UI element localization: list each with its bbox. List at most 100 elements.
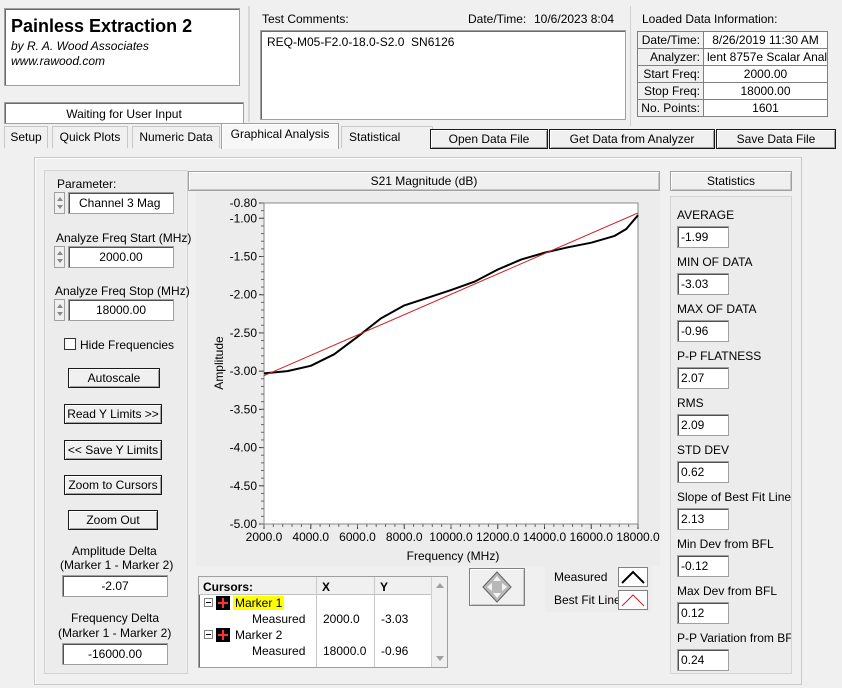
read-y-limits-button[interactable]: Read Y Limits >> (64, 404, 162, 424)
marker-2-x: 18000.0 (323, 644, 367, 658)
info-key: Analyzer: (637, 48, 704, 66)
freq-delta-label: Frequency Delta (71, 611, 160, 625)
stat-rms-value: 2.09 (677, 414, 729, 436)
cursor-col-divider (316, 577, 317, 667)
x-tick-label: 12000.0 (476, 530, 520, 544)
stop-freq-spinner[interactable] (54, 299, 65, 321)
marker-2-label[interactable]: Marker 2 (235, 628, 282, 642)
zoom-out-button[interactable]: Zoom Out (68, 510, 158, 530)
chart-title: S21 Magnitude (dB) (370, 174, 478, 188)
stat-average-label: AVERAGE (677, 208, 735, 222)
datetime-label: Date/Time: (468, 12, 527, 26)
app-author: by R. A. Wood Associates (11, 39, 149, 53)
stat-rms-label: RMS (677, 396, 704, 410)
parameter-label: Parameter: (57, 177, 117, 191)
amp-delta-sublabel: (Marker 1 - Marker 2) (60, 558, 174, 572)
app-title: Painless Extraction 2 (11, 16, 193, 36)
legend-bfl-swatch[interactable] (618, 590, 648, 610)
freq-delta-sublabel: (Marker 1 - Marker 2) (58, 626, 172, 640)
info-row: Stop Freq: 18000.00 (637, 82, 828, 100)
info-value: lent 8757e Scalar Analy (703, 48, 828, 66)
x-tick-label: 14000.0 (523, 530, 567, 544)
legend-bfl-label: Best Fit Line (554, 593, 621, 607)
parameter-spinner[interactable] (54, 192, 65, 214)
start-freq-label: Analyze Freq Start (MHz) (56, 231, 192, 245)
status-text: Waiting for User Input (66, 107, 182, 121)
stat-pp-variation-value: 0.24 (677, 649, 729, 671)
stat-min-value: -3.03 (677, 273, 729, 295)
x-axis-label: Frequency (MHz) (407, 549, 500, 563)
collapse-icon[interactable] (204, 630, 213, 639)
y-tick-label: -1.00 (230, 211, 258, 225)
scroll-down-arrow-icon[interactable] (436, 656, 444, 661)
x-tick-label: 16000.0 (570, 530, 614, 544)
marker-1-icon (216, 596, 230, 610)
marker-2-icon (216, 628, 230, 642)
frame-line (248, 6, 250, 122)
comments-textarea[interactable]: REQ-M05-F2.0-18.0-S2.0 SN6126 (260, 30, 626, 120)
chart-title-bar: S21 Magnitude (dB) (188, 171, 660, 191)
marker-1-label[interactable]: Marker 1 (233, 596, 285, 610)
app-title-box: Painless Extraction 2 by R. A. Wood Asso… (4, 8, 240, 86)
scroll-up-arrow-icon[interactable] (436, 583, 444, 588)
zoom-to-cursors-button[interactable]: Zoom to Cursors (64, 475, 162, 495)
datetime-value: 10/6/2023 8:04 (534, 12, 615, 26)
x-tick-label: 10000.0 (429, 530, 473, 544)
info-key: Start Freq: (637, 65, 704, 83)
y-tick-label: -4.50 (230, 479, 258, 493)
tab-statistical-analysis[interactable]: Statistical Analy (341, 126, 433, 148)
open-data-file-button[interactable]: Open Data File (430, 129, 548, 149)
y-tick-label: -2.00 (230, 288, 258, 302)
amp-delta-label: Amplitude Delta (72, 544, 157, 558)
y-tick-label: -5.00 (230, 517, 258, 531)
save-y-limits-button[interactable]: << Save Y Limits (64, 440, 162, 460)
tab-setup[interactable]: Setup (4, 126, 48, 148)
stat-max-dev-label: Max Dev from BFL (677, 584, 778, 598)
legend-measured-label: Measured (554, 570, 608, 584)
stat-max-value: -0.96 (677, 320, 729, 342)
stat-min-label: MIN OF DATA (677, 255, 753, 269)
tab-graphical-analysis[interactable]: Graphical Analysis (221, 123, 339, 149)
cursor-col-divider (374, 577, 375, 667)
info-key: No. Points: (637, 99, 704, 117)
get-data-button[interactable]: Get Data from Analyzer (549, 129, 715, 149)
stat-std-dev-label: STD DEV (677, 443, 730, 457)
cursor-header-name: Cursors: (203, 580, 254, 594)
stat-pp-flatness-label: P-P FLATNESS (677, 349, 762, 363)
stat-pp-variation-label: P-P Variation from BF (677, 631, 791, 645)
autoscale-button[interactable]: Autoscale (68, 368, 160, 388)
comments-text: REQ-M05-F2.0-18.0-S2.0 SN6126 (267, 35, 455, 49)
stop-freq-input[interactable]: 18000.00 (68, 299, 174, 321)
app-website: www.rawood.com (11, 54, 106, 68)
collapse-icon[interactable] (204, 598, 213, 607)
stat-min-dev-label: Min Dev from BFL (677, 537, 774, 551)
stat-pp-flatness-value: 2.07 (677, 367, 729, 389)
tab-numeric-data[interactable]: Numeric Data (132, 126, 220, 148)
start-freq-spinner[interactable] (54, 246, 65, 268)
info-key: Stop Freq: (637, 82, 704, 100)
y-tick-label: -2.50 (230, 326, 258, 340)
stat-slope-value: 2.13 (677, 508, 729, 530)
amp-delta-value: -2.07 (62, 575, 168, 597)
start-freq-input[interactable]: 2000.00 (68, 246, 174, 268)
legend-measured-swatch[interactable] (618, 567, 648, 587)
stop-freq-label: Analyze Freq Stop (MHz) (55, 284, 190, 298)
stat-average-value: -1.99 (677, 226, 729, 248)
stat-std-dev-value: 0.62 (677, 461, 729, 483)
hide-frequencies-checkbox[interactable] (64, 338, 76, 350)
s21-chart[interactable]: -0.80-1.00 -1.50 -2.00 -2.50 -3.00 -3.50 -4.00… (196, 192, 660, 566)
tab-quick-plots[interactable]: Quick Plots (52, 126, 128, 148)
cursor-move-control[interactable] (469, 568, 525, 606)
info-value: 2000.00 (703, 65, 828, 83)
loaded-info-table: Date/Time: 8/26/2019 11:30 AM Analyzer: le… (637, 31, 828, 117)
x-tick-label: 8000.0 (386, 530, 423, 544)
y-tick-label: -0.80 (230, 196, 258, 210)
marker-2-trace: Measured (252, 644, 306, 658)
parameter-select[interactable]: Channel 3 Mag (68, 192, 174, 214)
cursor-header-y: Y (380, 580, 389, 594)
marker-2-y: -0.96 (381, 644, 409, 658)
cursor-scrollbar[interactable] (431, 577, 447, 667)
x-tick-label: 2000.0 (246, 530, 283, 544)
loaded-info-title: Loaded Data Information: (642, 12, 778, 26)
save-data-file-button[interactable]: Save Data File (716, 129, 836, 149)
